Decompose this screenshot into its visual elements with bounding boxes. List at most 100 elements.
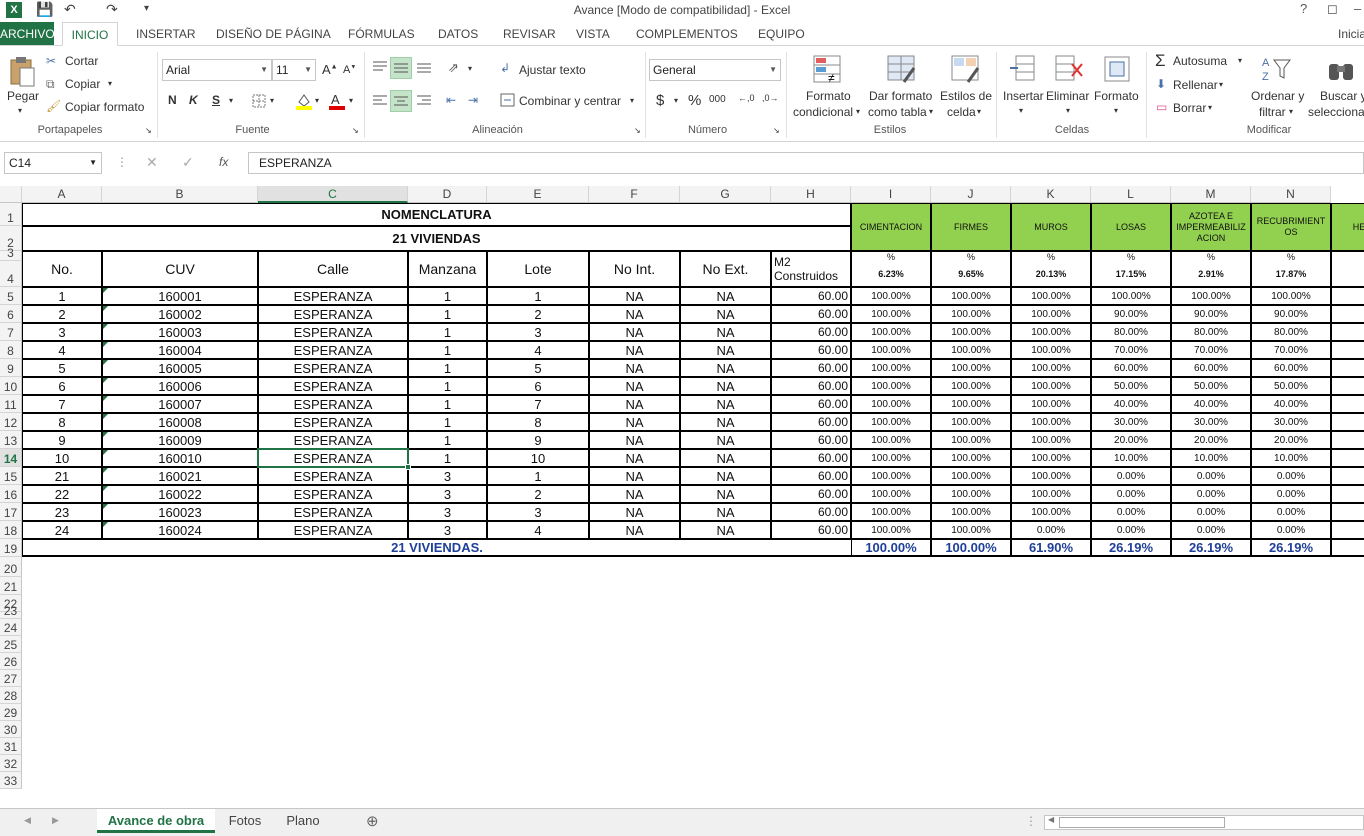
data-cell[interactable]: 4 xyxy=(487,341,589,359)
align-top-icon[interactable] xyxy=(372,60,388,74)
data-cell[interactable]: 160008 xyxy=(102,413,258,431)
cancel-icon[interactable]: ✕ xyxy=(146,154,158,171)
data-cell[interactable]: NA xyxy=(680,449,771,467)
stage-percent-sign[interactable]: % xyxy=(1251,251,1331,261)
data-cell[interactable]: 160004 xyxy=(102,341,258,359)
row-header-33[interactable]: 33 xyxy=(0,772,22,789)
data-cell[interactable]: 4 xyxy=(1331,395,1364,413)
stage-percent-sign[interactable]: % xyxy=(1171,251,1251,261)
data-cell[interactable]: 100.00% xyxy=(931,377,1011,395)
data-cell[interactable]: 60.00 xyxy=(771,305,851,323)
total-value[interactable]: 100.00% xyxy=(851,539,931,557)
data-cell[interactable]: 100.00% xyxy=(851,413,931,431)
data-cell[interactable]: 2 xyxy=(22,305,102,323)
data-cell[interactable]: 5 xyxy=(22,359,102,377)
data-cell[interactable]: ESPERANZA xyxy=(258,341,408,359)
data-cell[interactable]: 0 xyxy=(1331,485,1364,503)
data-cell[interactable]: 100.00% xyxy=(931,485,1011,503)
data-cell[interactable]: 100.00% xyxy=(1011,323,1091,341)
stage-weight[interactable]: 6.23% xyxy=(851,261,931,287)
data-cell[interactable]: 20.00% xyxy=(1091,431,1171,449)
data-cell[interactable]: 160023 xyxy=(102,503,258,521)
stage-weight[interactable]: 3 xyxy=(1331,261,1364,287)
decrease-indent-icon[interactable]: ⇤ xyxy=(446,93,456,107)
cell-styles-icon[interactable] xyxy=(950,54,982,84)
add-sheet-icon[interactable]: ⊕ xyxy=(366,812,379,830)
number-launcher-icon[interactable]: ↘ xyxy=(773,126,780,135)
row-header-15[interactable]: 15 xyxy=(0,467,22,485)
data-cell[interactable]: 100.00% xyxy=(931,521,1011,539)
tab-complementos[interactable]: COMPLEMENTOS xyxy=(630,22,744,46)
sheet-tab-fotos[interactable]: Fotos xyxy=(218,809,272,833)
data-cell[interactable]: 40.00% xyxy=(1091,395,1171,413)
data-cell[interactable]: 0.00% xyxy=(1091,503,1171,521)
data-cell[interactable]: 2 xyxy=(487,305,589,323)
data-cell[interactable]: 100.00% xyxy=(1011,485,1091,503)
data-cell[interactable]: 10 xyxy=(22,449,102,467)
copy-button[interactable]: Copiar xyxy=(65,77,100,91)
currency-dropdown-icon[interactable]: ▾ xyxy=(674,96,678,105)
data-cell[interactable]: NA xyxy=(680,287,771,305)
column-header-a[interactable]: A xyxy=(22,186,102,203)
row-header-11[interactable]: 11 xyxy=(0,395,22,413)
sort-dropdown-icon[interactable]: ▾ xyxy=(1289,107,1293,116)
data-cell[interactable]: 50.00% xyxy=(1091,377,1171,395)
data-cell[interactable]: 100.00% xyxy=(1011,395,1091,413)
ribbon-display-icon[interactable]: ◻ xyxy=(1327,1,1338,17)
increase-indent-icon[interactable]: ⇥ xyxy=(468,93,478,107)
find-select-label-1[interactable]: Buscar y xyxy=(1320,89,1364,103)
data-cell[interactable]: 90.00% xyxy=(1251,305,1331,323)
data-cell[interactable]: 1 xyxy=(487,467,589,485)
table-dropdown-icon[interactable]: ▾ xyxy=(929,107,933,116)
stage-percent-sign[interactable]: % xyxy=(931,251,1011,261)
data-cell[interactable]: 21 xyxy=(22,467,102,485)
data-cell[interactable]: 100.00% xyxy=(851,377,931,395)
data-cell[interactable]: 0.00% xyxy=(1251,503,1331,521)
data-cell[interactable]: 6 xyxy=(22,377,102,395)
data-cell[interactable]: ESPERANZA xyxy=(258,413,408,431)
paste-button[interactable]: Pegar xyxy=(7,89,39,103)
find-binoculars-icon[interactable] xyxy=(1326,54,1358,84)
underline-dropdown-icon[interactable]: ▾ xyxy=(229,96,233,105)
fill-dropdown-icon[interactable]: ▾ xyxy=(315,96,319,105)
data-cell[interactable]: 4 xyxy=(22,341,102,359)
data-cell[interactable]: 100.00% xyxy=(851,341,931,359)
font-size-combo[interactable]: 11 ▼ xyxy=(272,59,316,81)
data-cell[interactable]: 160006 xyxy=(102,377,258,395)
column-header-c[interactable]: C xyxy=(258,186,408,203)
row-header-9[interactable]: 9 xyxy=(0,359,22,377)
prev-sheet-icon[interactable]: ◀ xyxy=(24,815,31,826)
title-nomenclatura[interactable]: NOMENCLATURA xyxy=(22,203,851,226)
data-cell[interactable]: 100.00% xyxy=(1011,359,1091,377)
tab-revisar[interactable]: REVISAR xyxy=(497,22,562,46)
data-cell[interactable]: 9 xyxy=(22,431,102,449)
align-bottom-icon[interactable] xyxy=(416,60,432,74)
data-cell[interactable]: 160009 xyxy=(102,431,258,449)
data-cell[interactable]: 60.00% xyxy=(1091,359,1171,377)
conditional-dropdown-icon[interactable]: ▾ xyxy=(856,107,860,116)
cell-styles-dropdown-icon[interactable]: ▾ xyxy=(977,107,981,116)
select-all-corner[interactable] xyxy=(0,186,22,203)
header-lote[interactable]: Lote xyxy=(487,251,589,287)
data-cell[interactable]: 1 xyxy=(22,287,102,305)
clear-button[interactable]: Borrar xyxy=(1173,101,1206,115)
data-cell[interactable]: 7 xyxy=(1331,341,1364,359)
stage-header[interactable]: CIMENTACION xyxy=(851,203,931,251)
data-cell[interactable]: 24 xyxy=(22,521,102,539)
format-as-table-icon[interactable] xyxy=(886,54,918,84)
data-cell[interactable]: 160002 xyxy=(102,305,258,323)
data-cell[interactable]: 60.00 xyxy=(771,359,851,377)
data-cell[interactable]: 100.00% xyxy=(851,503,931,521)
tab-datos[interactable]: DATOS xyxy=(432,22,484,46)
align-middle-button[interactable] xyxy=(390,57,412,79)
data-cell[interactable]: 80.00% xyxy=(1091,323,1171,341)
data-cell[interactable]: 3 xyxy=(408,521,487,539)
stage-weight[interactable]: 17.87% xyxy=(1251,261,1331,287)
stage-weight[interactable]: 9.65% xyxy=(931,261,1011,287)
conditional-format-icon[interactable]: ≠ xyxy=(812,54,844,84)
row-header-17[interactable]: 17 xyxy=(0,503,22,521)
format-cells-icon[interactable] xyxy=(1102,54,1132,84)
data-cell[interactable]: 60.00 xyxy=(771,467,851,485)
total-value[interactable]: 26.19% xyxy=(1251,539,1331,557)
data-cell[interactable]: 100.00% xyxy=(931,503,1011,521)
